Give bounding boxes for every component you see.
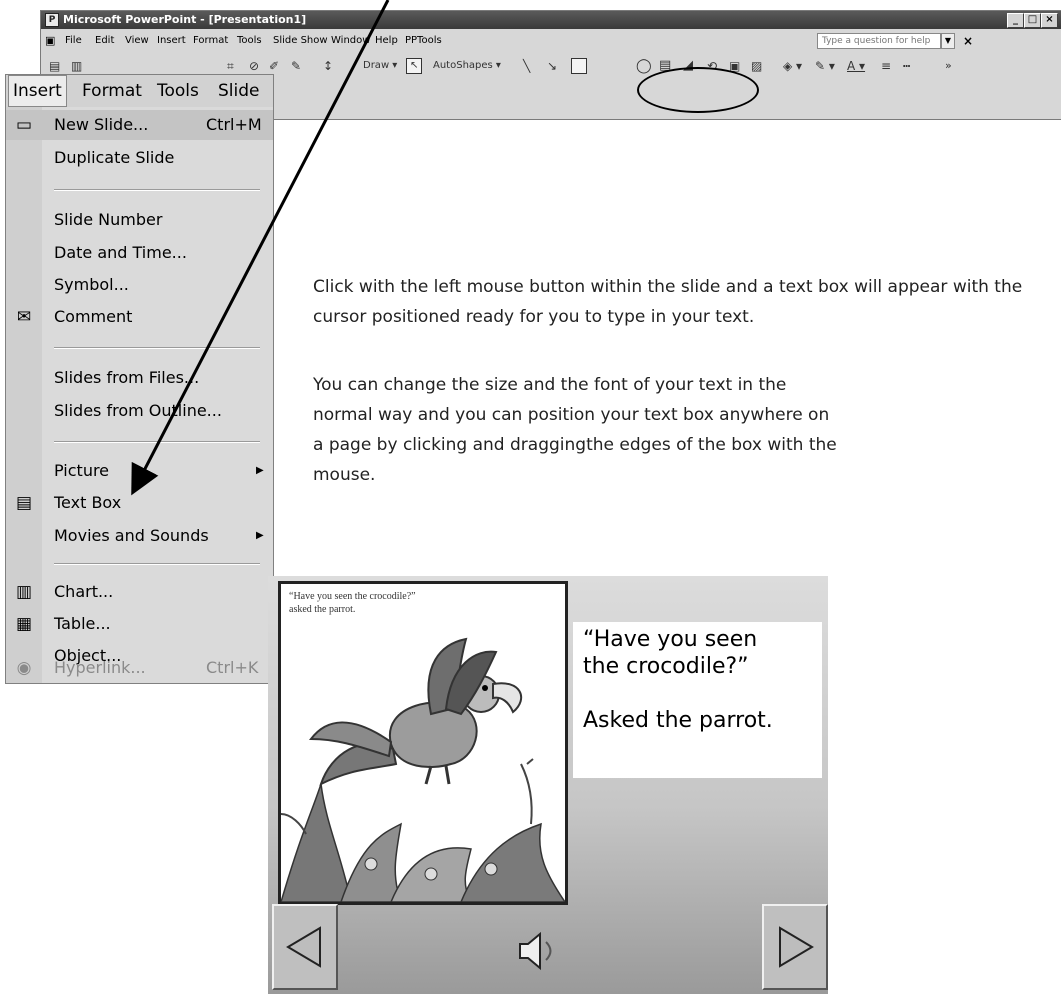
slide-preview: “Have you seen the crocodile?” asked the…: [268, 576, 828, 994]
previous-slide-button[interactable]: [272, 904, 338, 990]
storybook-page-image: “Have you seen the crocodile?” asked the…: [278, 581, 568, 905]
slide-text-line: the crocodile?”: [583, 654, 749, 679]
slide-text-line: “Have you seen: [583, 627, 758, 652]
instruction-paragraph-2: You can change the size and the font of …: [313, 375, 837, 485]
next-slide-button[interactable]: [762, 904, 828, 990]
sound-button[interactable]: [500, 926, 570, 976]
next-arrow-icon: [779, 926, 814, 968]
slide-text-line: Asked the parrot.: [583, 708, 773, 733]
previous-arrow-icon: [286, 926, 321, 968]
speaker-icon: [519, 931, 552, 971]
parrot-illustration: [281, 637, 565, 902]
slide-text-box[interactable]: “Have you seen the crocodile?” Asked the…: [573, 622, 822, 778]
instruction-paragraph-1: Click with the left mouse button within …: [313, 277, 1023, 327]
